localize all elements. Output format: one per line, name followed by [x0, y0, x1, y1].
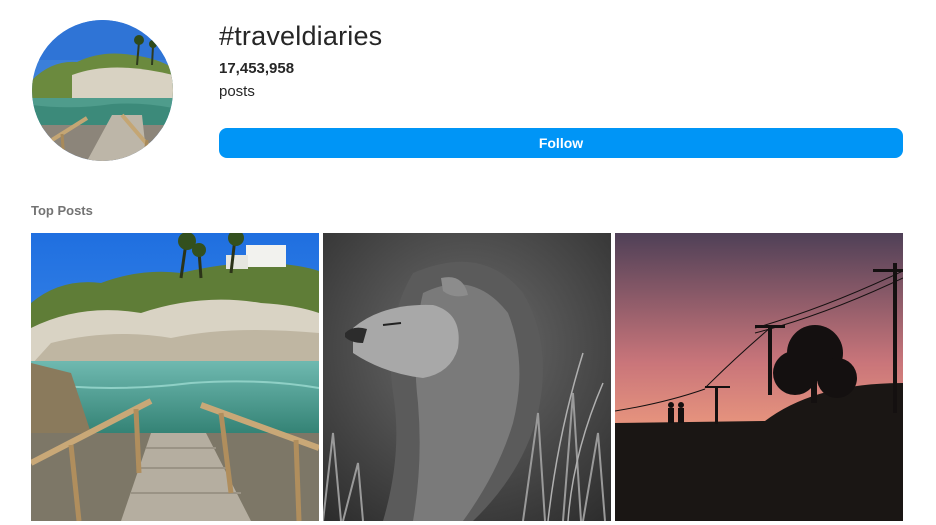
post-thumbnail-coastal-cove[interactable]: [31, 233, 319, 521]
hashtag-avatar: [32, 20, 173, 161]
post-count: 17,453,958: [219, 60, 295, 77]
follow-button[interactable]: Follow: [219, 128, 903, 158]
post-thumbnail-lion[interactable]: [323, 233, 611, 521]
top-posts-heading: Top Posts: [31, 203, 93, 218]
top-posts-grid: [31, 233, 903, 521]
hashtag-title: #traveldiaries: [219, 21, 383, 51]
post-thumbnail-sunset-silhouette[interactable]: [615, 233, 903, 521]
post-count-label: posts: [219, 83, 255, 100]
